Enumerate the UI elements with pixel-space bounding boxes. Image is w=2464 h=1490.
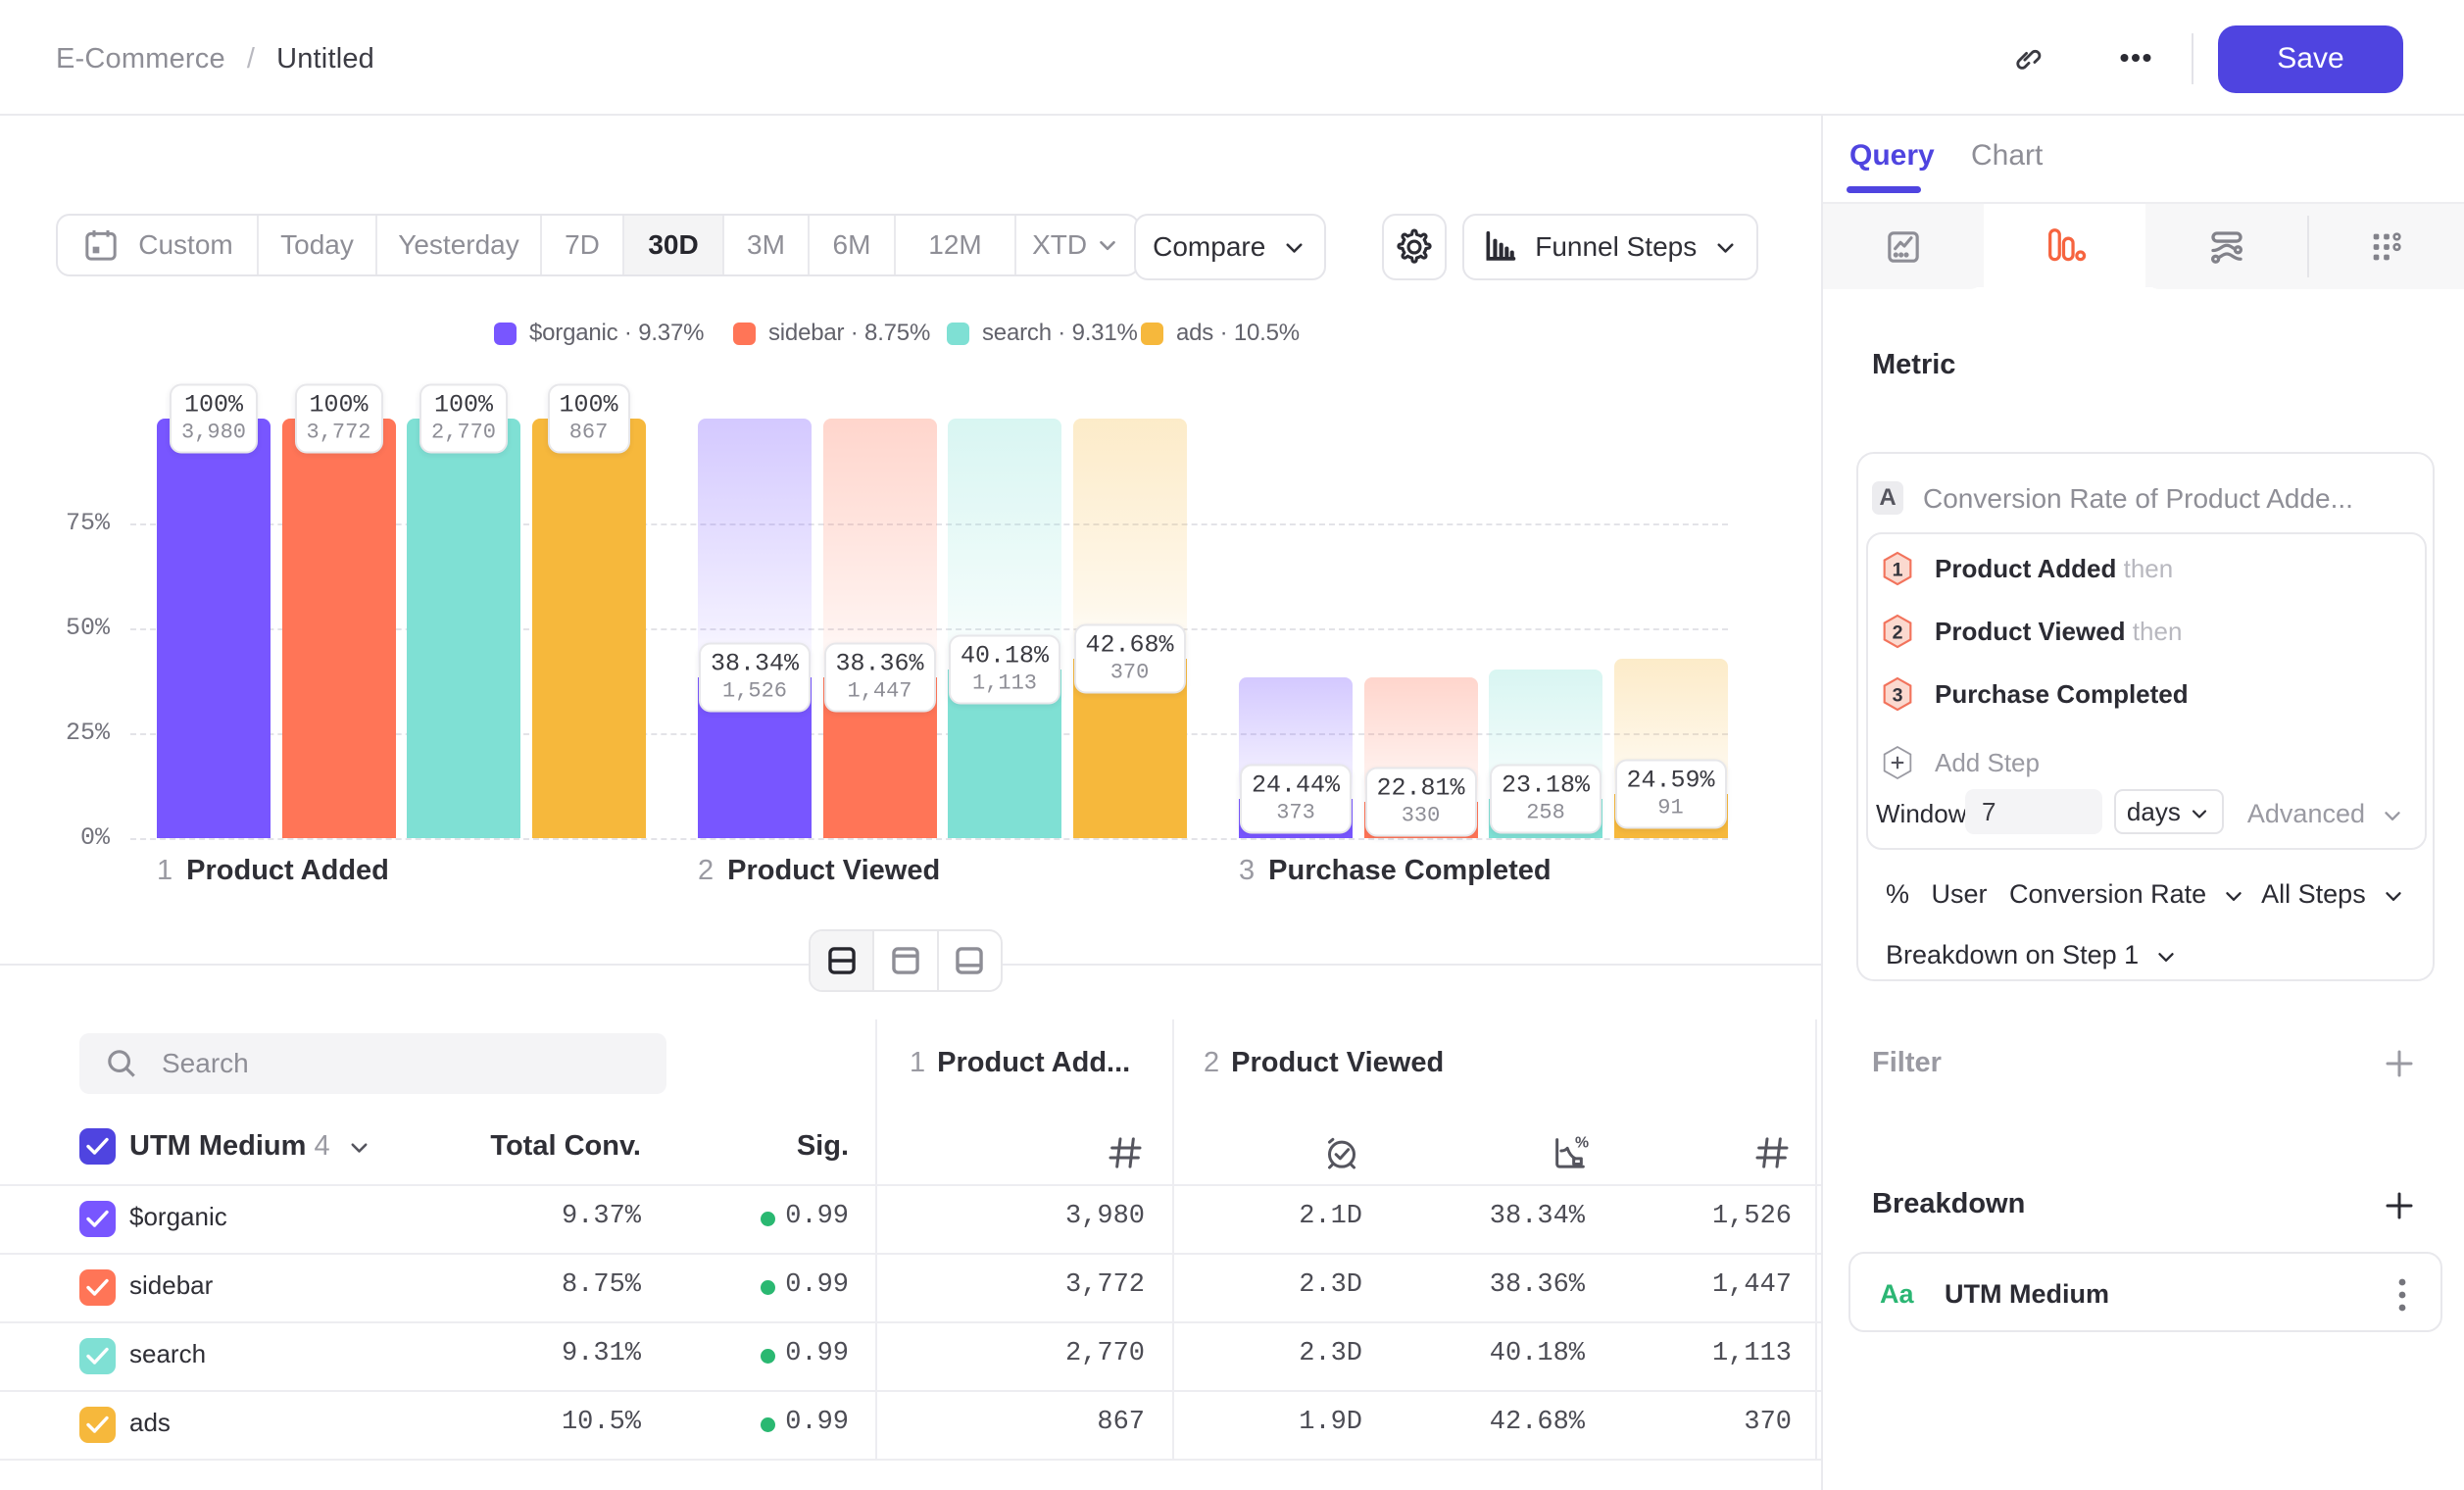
svg-text:3: 3 [1893, 685, 1903, 707]
svg-text:2: 2 [1893, 622, 1903, 644]
svg-text:%: % [1575, 1134, 1589, 1151]
svg-text:1: 1 [1893, 560, 1903, 581]
